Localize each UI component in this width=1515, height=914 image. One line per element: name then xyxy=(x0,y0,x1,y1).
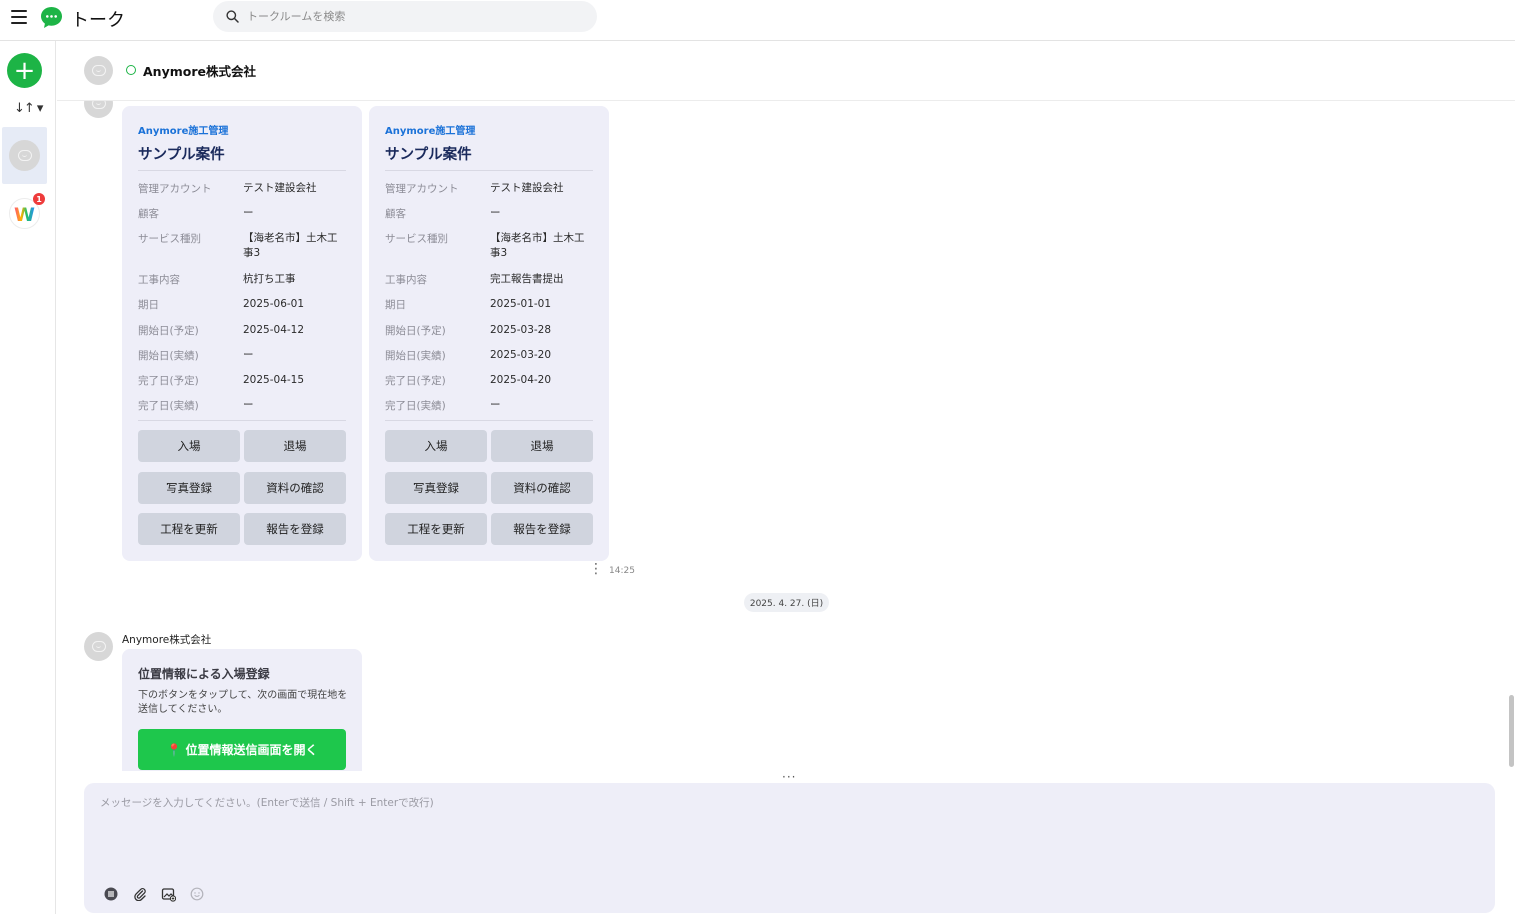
emoji-icon[interactable] xyxy=(188,885,206,903)
photo-register-button[interactable]: 写真登録 xyxy=(385,472,487,504)
divider xyxy=(138,170,346,171)
project-card: Anymore施工管理 サンプル案件 管理アカウント テスト建設会社 顧客ー サー… xyxy=(122,106,362,561)
register-report-button[interactable]: 報告を登録 xyxy=(244,513,346,545)
project-card: Anymore施工管理 サンプル案件 管理アカウント テスト建設会社 顧客ー サー… xyxy=(369,106,609,561)
sender-avatar[interactable] xyxy=(84,101,113,118)
menu-icon[interactable] xyxy=(11,10,27,24)
divider xyxy=(385,420,593,421)
card-project-title: サンプル案件 xyxy=(138,147,225,163)
plus-icon: + xyxy=(13,55,36,86)
chat-header: Anymore株式会社 xyxy=(57,41,1515,101)
official-status-icon xyxy=(126,65,136,75)
new-chat-button[interactable]: + xyxy=(7,53,42,88)
unread-badge: 1 xyxy=(33,193,45,205)
scrollbar-thumb[interactable] xyxy=(1509,695,1514,767)
document-check-button[interactable]: 資料の確認 xyxy=(244,472,346,504)
search-icon xyxy=(226,10,239,23)
rail-chat-item-anymore[interactable] xyxy=(2,127,47,184)
message-menu-icon[interactable]: ⋮ xyxy=(589,562,603,576)
photo-register-button[interactable]: 写真登録 xyxy=(138,472,240,504)
divider xyxy=(138,420,346,421)
date-separator: 2025. 4. 27. (日) xyxy=(744,593,829,612)
avatar xyxy=(9,140,40,171)
top-bar: トーク xyxy=(0,0,1515,41)
room-avatar[interactable] xyxy=(84,56,113,85)
exit-button[interactable]: 退場 xyxy=(491,430,593,462)
update-process-button[interactable]: 工程を更新 xyxy=(385,513,487,545)
image-sticker-icon[interactable] xyxy=(159,885,177,903)
exit-button[interactable]: 退場 xyxy=(244,430,346,462)
search-input[interactable] xyxy=(247,1,587,32)
location-card-description: 下のボタンをタップして、次の画面で現在地を送信してください。 xyxy=(138,690,348,715)
update-process-button[interactable]: 工程を更新 xyxy=(138,513,240,545)
chat-bubble-logo-icon xyxy=(41,7,62,28)
open-location-button[interactable]: 📍 位置情報送信画面を開く xyxy=(138,729,346,770)
card-brand: Anymore施工管理 xyxy=(138,126,229,137)
document-check-button[interactable]: 資料の確認 xyxy=(491,472,593,504)
list-menu-icon[interactable] xyxy=(102,885,120,903)
message-list: Anymore施工管理 サンプル案件 管理アカウント テスト建設会社 顧客ー サー… xyxy=(57,101,1507,771)
card-project-title: サンプル案件 xyxy=(385,147,472,163)
attachment-icon[interactable] xyxy=(131,885,149,903)
room-name[interactable]: Anymore株式会社 xyxy=(143,61,256,80)
sender-avatar[interactable] xyxy=(84,632,113,661)
sort-button[interactable]: ↓↑ ▾ xyxy=(14,101,43,116)
sender-name: Anymore株式会社 xyxy=(122,634,212,646)
enter-button[interactable]: 入場 xyxy=(385,430,487,462)
location-message-card: 位置情報による入場登録 下のボタンをタップして、次の画面で現在地を送信してくださ… xyxy=(122,649,362,771)
search-box[interactable] xyxy=(213,1,597,32)
card-brand: Anymore施工管理 xyxy=(385,126,476,137)
location-card-title: 位置情報による入場登録 xyxy=(138,667,270,681)
left-rail: + ↓↑ ▾ W 1 xyxy=(0,41,56,914)
message-input[interactable] xyxy=(100,795,1480,875)
enter-button[interactable]: 入場 xyxy=(138,430,240,462)
message-timestamp: 14:25 xyxy=(609,566,635,576)
divider xyxy=(385,170,593,171)
register-report-button[interactable]: 報告を登録 xyxy=(491,513,593,545)
message-composer xyxy=(84,783,1495,913)
app-title: トーク xyxy=(71,10,125,31)
w-logo-icon: W xyxy=(14,204,35,226)
scrollbar[interactable] xyxy=(1509,101,1515,771)
composer-resize-handle[interactable]: ··· xyxy=(782,770,796,784)
